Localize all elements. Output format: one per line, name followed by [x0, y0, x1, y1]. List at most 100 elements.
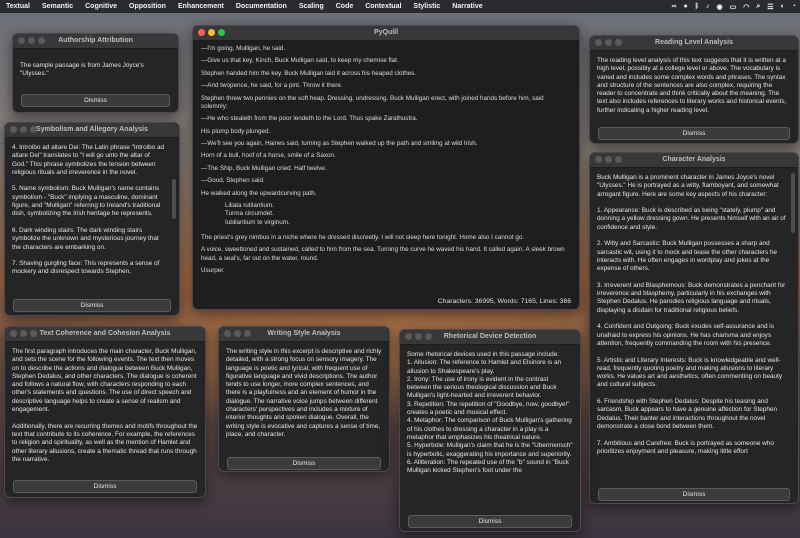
close-icon[interactable]	[10, 330, 17, 337]
control-center-icon[interactable]: ☰	[767, 3, 773, 11]
zoom-icon[interactable]	[218, 29, 225, 36]
minimize-icon[interactable]	[605, 156, 612, 163]
zoom-icon[interactable]	[38, 37, 45, 44]
text-line: Stephen threw two pennies on the soft he…	[201, 94, 544, 110]
circle-icon[interactable]: ●	[684, 3, 688, 10]
pyquill-titlebar[interactable]: PyQuill	[193, 26, 579, 41]
coherence-window: Text Coherence and Cohesion Analysis The…	[4, 326, 206, 498]
zoom-icon[interactable]	[425, 333, 432, 340]
text-line: A voice, sweettoned and sustained, calle…	[201, 246, 565, 262]
text-line: Stephen handed him the key. Buck Mulliga…	[201, 69, 417, 77]
minimize-icon[interactable]	[20, 330, 27, 337]
close-icon[interactable]	[595, 39, 602, 46]
pyquill-window: PyQuill —I'm going, Mulligan, he said. —…	[192, 25, 580, 310]
text-line: —We'll see you again, Haines said, turni…	[201, 140, 478, 148]
character-titlebar[interactable]: Character Analysis	[590, 153, 798, 168]
reading-level-titlebar[interactable]: Reading Level Analysis	[590, 36, 798, 51]
character-analysis-window: Character Analysis Buck Mulligan is a pr…	[589, 152, 799, 504]
creative-cloud-icon[interactable]: ∞	[672, 3, 677, 10]
menu-contextual[interactable]: Contextual	[359, 3, 407, 10]
menu-scaling[interactable]: Scaling	[293, 3, 330, 10]
text-line: —Good, Stephen said.	[201, 177, 265, 185]
window-title: Authorship Attribution	[58, 37, 133, 44]
dismiss-button[interactable]: Dismiss	[598, 127, 790, 140]
menu-textual[interactable]: Textual	[0, 3, 36, 10]
menu-cognitive[interactable]: Cognitive	[79, 3, 123, 10]
dismiss-button[interactable]: Dismiss	[227, 457, 381, 470]
minimize-icon[interactable]	[234, 330, 241, 337]
window-title: Reading Level Analysis	[655, 39, 733, 46]
clock-icon[interactable]: ◔	[792, 3, 796, 10]
close-icon[interactable]	[198, 29, 205, 36]
reading-level-text: The reading level analysis of this text …	[597, 57, 789, 114]
close-icon[interactable]	[10, 126, 17, 133]
window-title: Writing Style Analysis	[267, 330, 341, 337]
rhetorical-titlebar[interactable]: Rhetorical Device Detection	[400, 330, 580, 345]
text-line: —And twopence, he said, for a pint. Thro…	[201, 82, 343, 90]
window-title: Text Coherence and Cohesion Analysis	[39, 330, 171, 337]
symbolism-titlebar[interactable]: Symbolism and Allegory Analysis	[5, 123, 179, 138]
battery-icon[interactable]: ▭	[730, 3, 737, 11]
scrollbar[interactable]	[172, 179, 176, 219]
scrollbar[interactable]	[791, 173, 795, 233]
sound-icon[interactable]: ♪	[706, 3, 710, 10]
writing-style-titlebar[interactable]: Writing Style Analysis	[219, 327, 389, 342]
text-line: Usurper.	[201, 266, 225, 274]
text-line: The priest's grey nimbus in a niche wher…	[201, 233, 525, 241]
record-icon[interactable]: ◉	[716, 3, 722, 11]
minimize-icon[interactable]	[20, 126, 27, 133]
menu-stylistic[interactable]: Stylistic	[407, 3, 446, 10]
verse-line: Turma circumdet.	[225, 210, 274, 218]
zoom-icon[interactable]	[615, 39, 622, 46]
dismiss-button[interactable]: Dismiss	[598, 488, 790, 501]
bluetooth-icon[interactable]: ᛒ	[695, 3, 699, 10]
verse-line: Iubilantium te virginum.	[225, 218, 290, 226]
window-title: Character Analysis	[662, 156, 726, 163]
close-icon[interactable]	[18, 37, 25, 44]
rhetorical-text: Some rhetorical devices used in this pas…	[407, 351, 573, 475]
menu-enhancement[interactable]: Enhancement	[172, 3, 230, 10]
close-icon[interactable]	[224, 330, 231, 337]
menu-semantic[interactable]: Semantic	[36, 3, 79, 10]
authorship-attribution-window: Authorship Attribution The sample passag…	[12, 33, 179, 113]
wifi-icon[interactable]: ◠	[743, 3, 749, 11]
writing-style-window: Writing Style Analysis The writing style…	[218, 326, 390, 472]
writing-style-text: The writing style in this excerpt is des…	[226, 348, 383, 438]
minimize-icon[interactable]	[415, 333, 422, 340]
coherence-titlebar[interactable]: Text Coherence and Cohesion Analysis	[5, 327, 205, 342]
window-title: Rhetorical Device Detection	[443, 333, 537, 340]
text-line: —He who stealeth from the poor lendeth t…	[201, 115, 418, 123]
verse-line: Liliata rutilantium.	[225, 201, 274, 209]
dismiss-button[interactable]: Dismiss	[408, 515, 572, 528]
dismiss-button[interactable]: Dismiss	[21, 94, 170, 107]
coherence-text: The first paragraph introduces the main …	[12, 348, 198, 463]
menu-bar: Textual Semantic Cognitive Opposition En…	[0, 0, 800, 13]
menu-documentation[interactable]: Documentation	[230, 3, 293, 10]
close-icon[interactable]	[595, 156, 602, 163]
text-line: His plump body plunged.	[201, 127, 271, 135]
search-icon[interactable]: ⌕	[756, 3, 760, 11]
window-title: PyQuill	[373, 29, 399, 36]
zoom-icon[interactable]	[244, 330, 251, 337]
symbolism-text: 4. Introibo ad altare Dei: The Latin phr…	[12, 144, 165, 276]
zoom-icon[interactable]	[615, 156, 622, 163]
editor-text-area[interactable]: —I'm going, Mulligan, he said. —Give us …	[193, 41, 579, 289]
menu-narrative[interactable]: Narrative	[446, 3, 488, 10]
zoom-icon[interactable]	[30, 126, 37, 133]
character-text: Buck Mulligan is a prominent character i…	[597, 174, 786, 455]
dismiss-button[interactable]: Dismiss	[13, 299, 171, 312]
menu-code[interactable]: Code	[330, 3, 360, 10]
window-title: Symbolism and Allegory Analysis	[36, 126, 148, 133]
minimize-icon[interactable]	[208, 29, 215, 36]
text-line: —Give us that key, Kinch, Buck Mulligan …	[201, 57, 399, 65]
account-icon[interactable]: ◐	[781, 3, 785, 10]
zoom-icon[interactable]	[30, 330, 37, 337]
menu-opposition[interactable]: Opposition	[123, 3, 172, 10]
authorship-titlebar[interactable]: Authorship Attribution	[13, 34, 178, 49]
close-icon[interactable]	[405, 333, 412, 340]
minimize-icon[interactable]	[605, 39, 612, 46]
dismiss-button[interactable]: Dismiss	[13, 480, 197, 493]
rhetorical-device-window: Rhetorical Device Detection Some rhetori…	[399, 329, 581, 532]
minimize-icon[interactable]	[28, 37, 35, 44]
text-line: —The Ship, Buck Mulligan cried. Half twe…	[201, 164, 327, 172]
